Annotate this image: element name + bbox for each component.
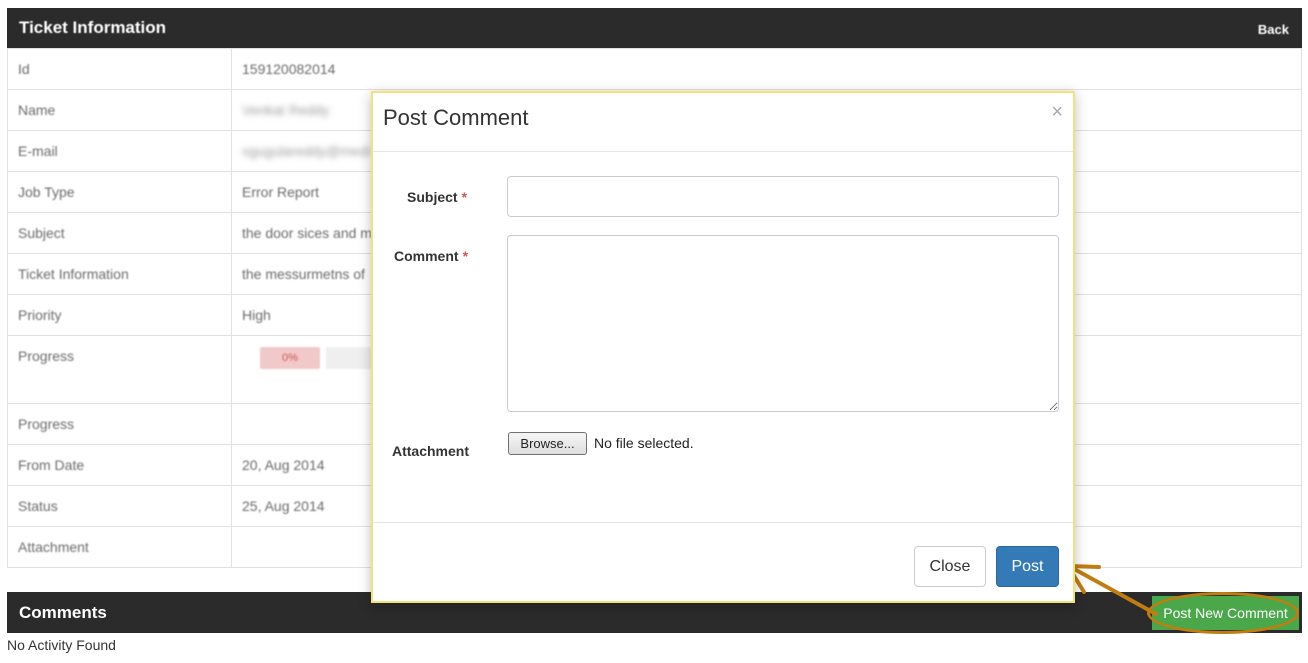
row-key: From Date bbox=[18, 457, 85, 473]
comment-label: Comment * bbox=[394, 248, 468, 264]
row-key: Job Type bbox=[18, 184, 75, 200]
row-key: Id bbox=[18, 61, 30, 77]
empty-comments-text: No Activity Found bbox=[7, 637, 116, 653]
attachment-label: Attachment bbox=[392, 443, 470, 459]
post-new-comment-button[interactable]: Post New Comment bbox=[1152, 596, 1299, 630]
required-mark: * bbox=[461, 189, 468, 205]
table-row: Id 159120082014 bbox=[7, 48, 1302, 90]
modal-title: Post Comment bbox=[383, 105, 529, 130]
subject-label: Subject * bbox=[407, 189, 467, 205]
panel-title: Ticket Information bbox=[19, 18, 167, 37]
row-key: Attachment bbox=[18, 539, 89, 555]
row-key: Priority bbox=[18, 307, 62, 323]
comments-title: Comments bbox=[19, 603, 107, 622]
back-link[interactable]: Back bbox=[1258, 22, 1289, 37]
browse-button[interactable]: Browse... bbox=[508, 432, 587, 455]
progress-badge: 0% bbox=[260, 347, 320, 369]
subject-input[interactable] bbox=[507, 176, 1059, 217]
file-status-text: No file selected. bbox=[594, 435, 694, 451]
row-key: Progress bbox=[18, 348, 75, 364]
modal-header: Post Comment × bbox=[373, 93, 1073, 152]
subject-label-text: Subject bbox=[407, 189, 458, 205]
close-button[interactable]: Close bbox=[914, 546, 986, 587]
row-value: 159120082014 bbox=[242, 61, 336, 77]
required-mark: * bbox=[462, 248, 469, 264]
ticket-panel-header: Ticket Information Back bbox=[7, 8, 1302, 48]
post-comment-modal: Post Comment × Subject * Comment * Attachm… bbox=[371, 91, 1075, 603]
comment-textarea[interactable] bbox=[507, 235, 1059, 412]
close-icon[interactable]: × bbox=[1051, 102, 1063, 122]
modal-footer: Close Post bbox=[373, 522, 1073, 603]
row-key: E-mail bbox=[18, 143, 58, 159]
row-key: Status bbox=[18, 498, 58, 514]
post-button[interactable]: Post bbox=[996, 546, 1059, 587]
row-key: Name bbox=[18, 102, 56, 118]
progress-track bbox=[326, 347, 376, 369]
row-key: Subject bbox=[18, 225, 65, 241]
comment-label-text: Comment bbox=[394, 248, 459, 264]
row-key: Ticket Information bbox=[18, 266, 129, 282]
row-key: Progress bbox=[18, 416, 75, 432]
